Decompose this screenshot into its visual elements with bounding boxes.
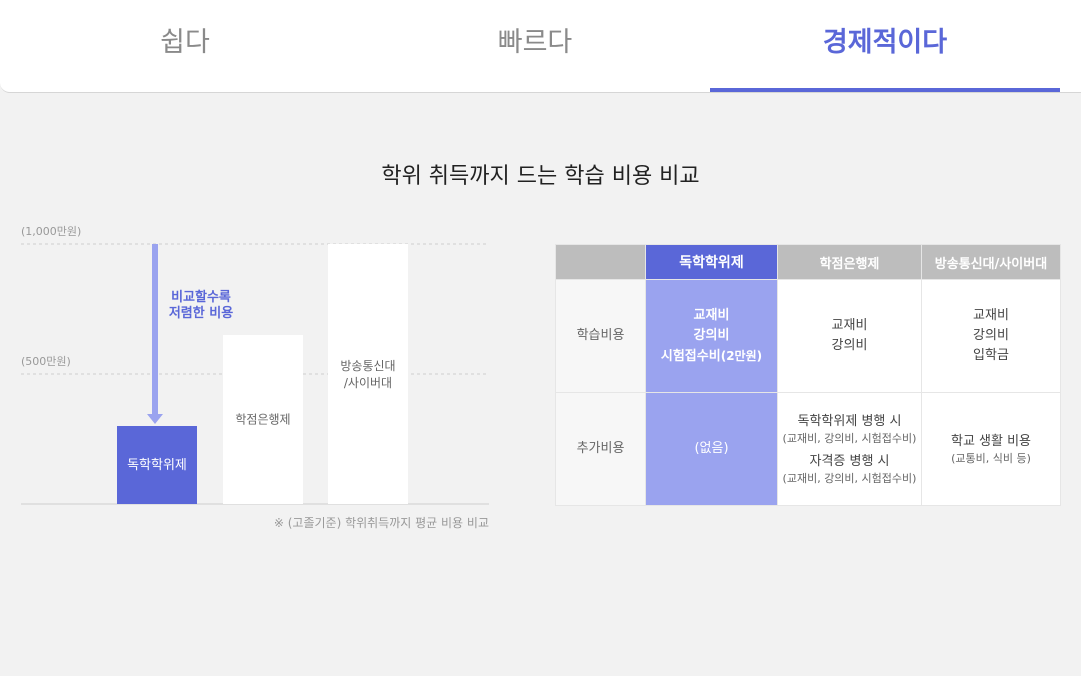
table-header-credit-bank: 학점은행제 <box>777 244 922 280</box>
cell-line: 시험접수비(2만원) <box>646 346 777 367</box>
bar-label: /사이버대 <box>344 376 392 390</box>
table-header-dokhak: 독학학위제 <box>645 244 778 280</box>
table-header-broadcast-cyber: 방송통신대/사이버대 <box>921 244 1061 280</box>
cell-line: 독학학위제 병행 시 <box>797 414 902 429</box>
cell-line: (없음) <box>694 441 729 456</box>
cell-credit-extra-cost: 독학학위제 병행 시 (교재비, 강의비, 시험접수비) 자격증 병행 시 (교… <box>777 392 922 506</box>
tab-economical[interactable]: 경제적이다 <box>710 0 1060 92</box>
cell-line: 자격증 병행 시 <box>809 454 890 469</box>
bar-label: 방송통신대 <box>340 359 395 373</box>
bar-label: 학점은행제 <box>235 412 290 427</box>
cell-line-main: 시험접수비 <box>660 348 721 364</box>
cell-line: 강의비 <box>831 338 868 353</box>
section-title: 학위 취득까지 드는 학습 비용 비교 <box>381 164 700 189</box>
cell-line: 교재비 <box>693 307 730 323</box>
cell-subline: (교통비, 식비 등) <box>951 452 1031 465</box>
cell-line: 입학금 <box>973 348 1009 363</box>
table-row: 학습비용 교재비 강의비 시험접수비(2만원) 교재비 강의비 교재비 강의비 … <box>555 279 1061 393</box>
cell-line: 학교 생활 비용 <box>950 434 1032 449</box>
tab-fast[interactable]: 빠르다 <box>360 0 710 92</box>
table-header-row: 독학학위제 학점은행제 방송통신대/사이버대 <box>555 244 1061 280</box>
arrow-head <box>147 414 163 424</box>
chart-annotation: 저렴한 비용 <box>169 305 233 321</box>
cell-line: 교재비 <box>973 308 1009 323</box>
tab-easy[interactable]: 쉽다 <box>10 0 360 92</box>
cell-line: 교재비 <box>831 318 868 333</box>
cell-line: 강의비 <box>973 328 1009 343</box>
cell-dokhak-extra-cost: (없음) <box>645 392 778 506</box>
row-head-study-cost: 학습비용 <box>555 279 646 393</box>
cell-dokhak-study-cost: 교재비 강의비 시험접수비(2만원) <box>645 279 778 393</box>
y-tick-label: (500만원) <box>21 355 71 368</box>
cell-line: 강의비 <box>693 327 730 343</box>
cell-subline: (교재비, 강의비, 시험접수비) <box>782 432 917 445</box>
row-head-extra-cost: 추가비용 <box>555 392 646 506</box>
bar-label: 독학학위제 <box>127 458 187 473</box>
table-header-empty <box>555 244 646 280</box>
bar-3 <box>328 244 408 504</box>
cell-line-suffix: (2만원) <box>720 348 763 363</box>
chart-note: ※ (고졸기준) 학위취득까지 평균 비용 비교 <box>273 516 489 530</box>
cost-bar-chart: (1,000만원) (500만원) 독학학위제 학점은행제 방송통신대/사이버대 비교할수… <box>21 225 489 505</box>
table-row: 추가비용 (없음) 독학학위제 병행 시 (교재비, 강의비, 시험접수비) 자… <box>555 392 1061 506</box>
chart-annotation: 비교할수록 <box>171 289 231 305</box>
cost-comparison-table: 독학학위제 학점은행제 방송통신대/사이버대 학습비용 교재비 강의비 시험접수… <box>555 244 1061 506</box>
y-tick-label: (1,000만원) <box>21 225 81 238</box>
tab-bar: 쉽다 빠르다 경제적이다 <box>0 0 1081 93</box>
cell-subline: (교재비, 강의비, 시험접수비) <box>782 472 917 485</box>
cell-broadcast-study-cost: 교재비 강의비 입학금 <box>921 279 1061 393</box>
cell-credit-study-cost: 교재비 강의비 <box>777 279 922 393</box>
cell-broadcast-extra-cost: 학교 생활 비용 (교통비, 식비 등) <box>921 392 1061 506</box>
